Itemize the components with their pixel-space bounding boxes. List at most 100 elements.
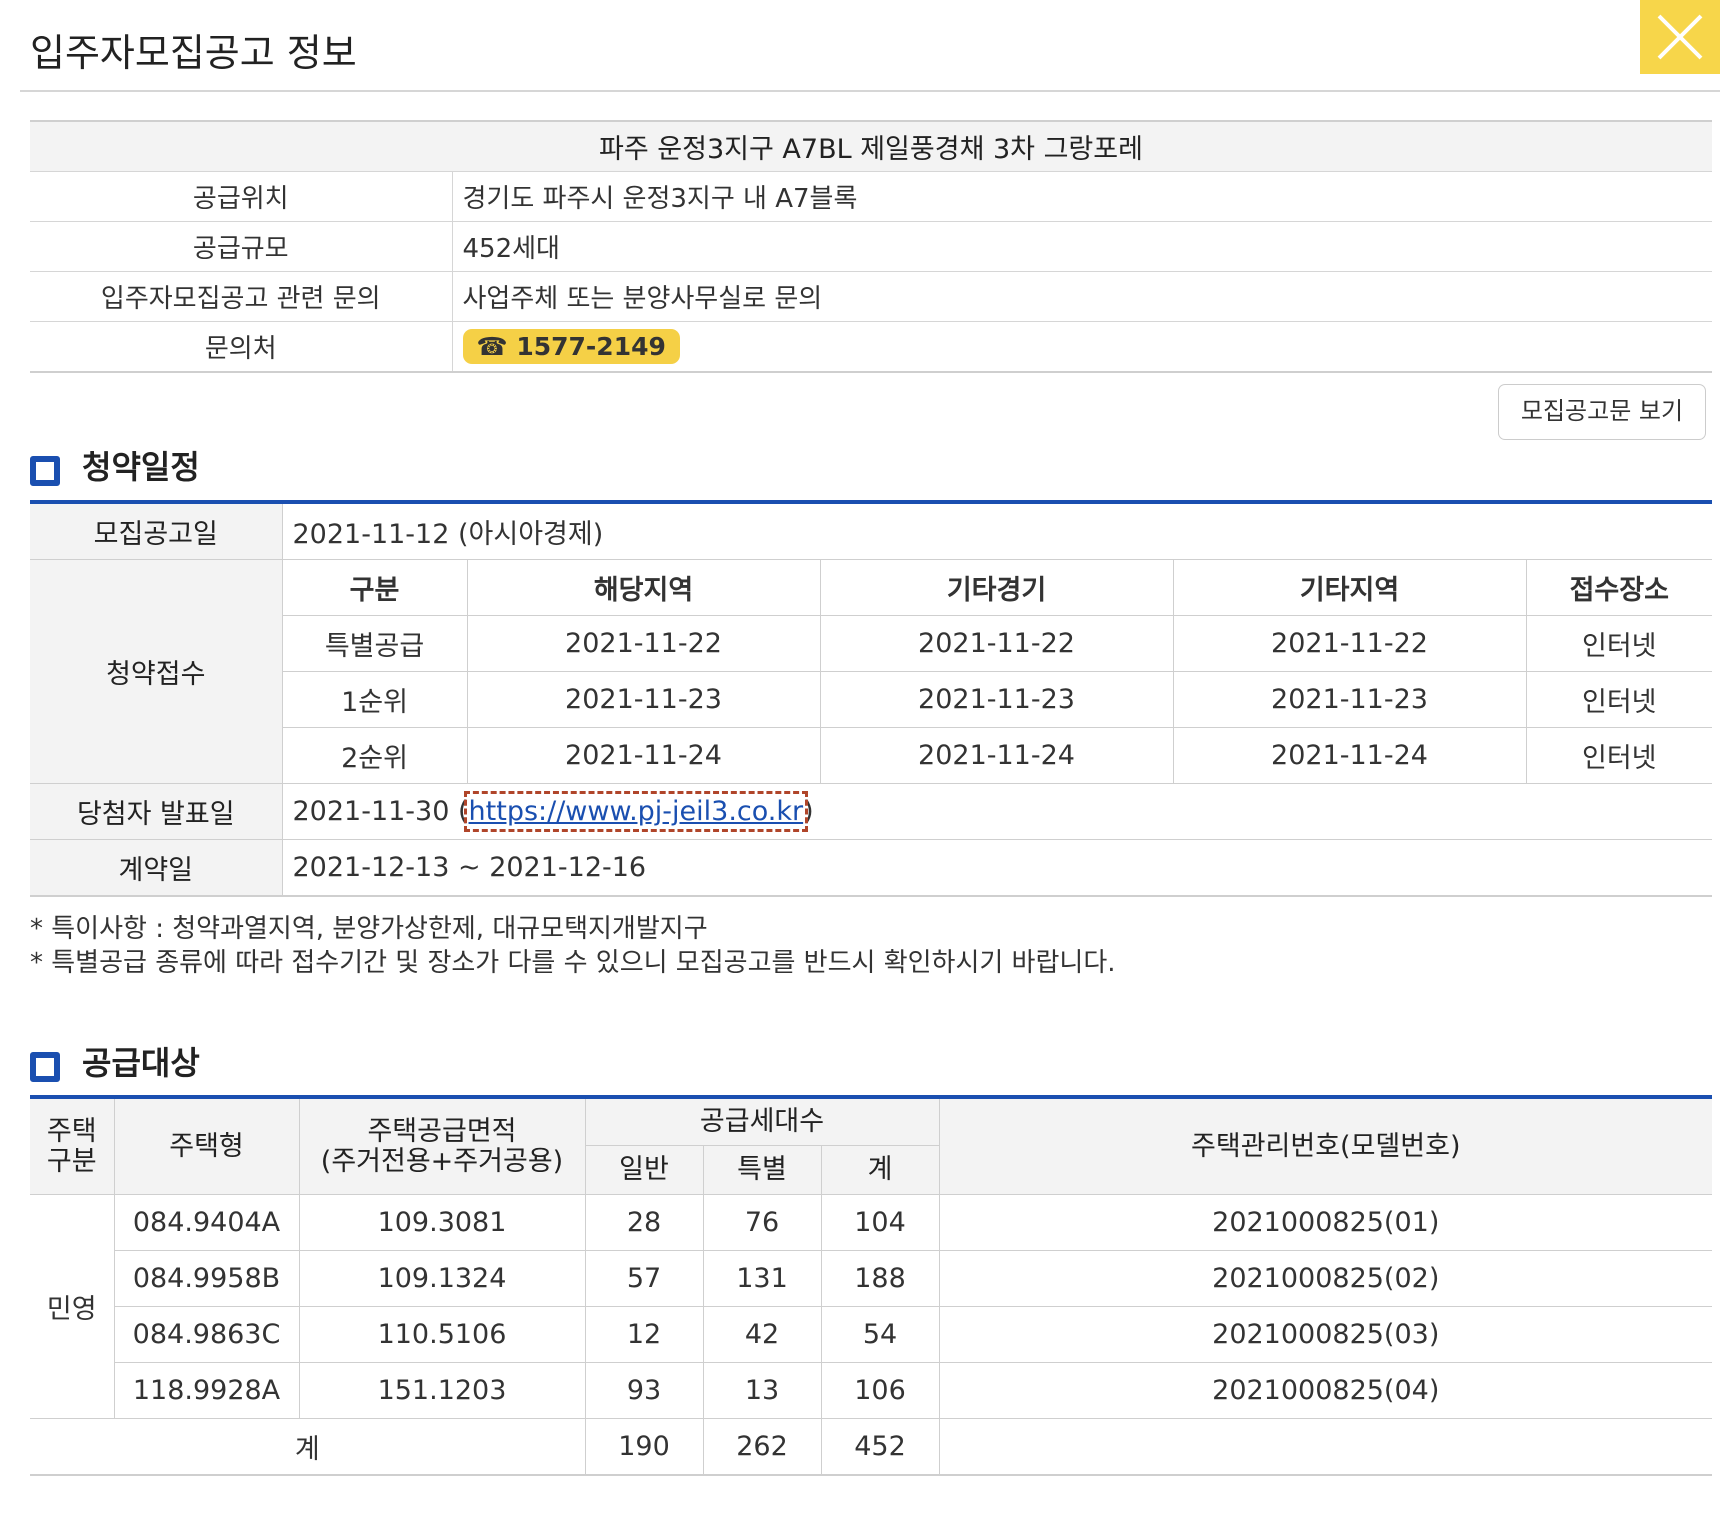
info-row: 입주자모집공고 관련 문의 사업주체 또는 분양사무실로 문의 (30, 271, 1712, 322)
view-notice-button[interactable]: 모집공고문 보기 (1498, 384, 1706, 440)
application-label: 청약접수 (30, 559, 283, 784)
announcement-value: 2021-11-12 (아시아경제) (282, 502, 1712, 560)
winner-date: 2021-11-30 ( (292, 796, 469, 827)
table-row: 118.9928A 151.1203 93 13 106 2021000825(… (30, 1362, 1712, 1419)
cell: 2021-11-23 (820, 671, 1174, 728)
col-header: 구분 (282, 559, 468, 616)
cell: 특별공급 (282, 615, 468, 672)
notes: * 특이사항 : 청약과열지역, 분양가상한제, 대규모택지개발지구 * 특별공… (30, 912, 1116, 980)
cell: 2021-11-23 (467, 671, 821, 728)
schedule-title-text: 청약일정 (82, 448, 200, 486)
square-bullet-icon (30, 1052, 60, 1082)
contact-label: 문의처 (30, 321, 453, 372)
announcement-label: 모집공고일 (30, 502, 283, 560)
table-row: 084.9958B 109.1324 57 131 188 2021000825… (30, 1250, 1712, 1307)
cell: 12 (585, 1306, 704, 1363)
project-info-table: 파주 운정3지구 A7BL 제일풍경채 3차 그랑포레 공급위치 경기도 파주시… (30, 120, 1712, 373)
cell: 2021-11-22 (467, 615, 821, 672)
col-header: 공급세대수 (585, 1097, 940, 1146)
category-cell: 민영 (30, 1194, 115, 1419)
table-row: 1순위 2021-11-23 2021-11-23 2021-11-23 인터넷 (30, 671, 1712, 728)
cell: 084.9863C (114, 1306, 300, 1363)
info-row: 공급위치 경기도 파주시 운정3지구 내 A7블록 (30, 171, 1712, 222)
info-label: 입주자모집공고 관련 문의 (30, 271, 453, 322)
cell: 42 (703, 1306, 822, 1363)
page-header: 입주자모집공고 정보 (20, 0, 1720, 92)
info-value: 사업주체 또는 분양사무실로 문의 (452, 271, 1712, 322)
col-header: 주택 구분 (30, 1097, 115, 1195)
close-button[interactable] (1640, 0, 1720, 74)
sum-general: 190 (585, 1418, 704, 1475)
cell: 104 (821, 1194, 940, 1251)
cell: 131 (703, 1250, 822, 1307)
col-header: 주택공급면적 (주거전용+주거공용) (299, 1097, 586, 1195)
winner-value: 2021-11-30 (https://www.pj-jeil3.co.kr) (282, 783, 1712, 840)
info-row: 문의처 ☎ 1577-2149 (30, 321, 1712, 372)
col-header: 주택관리번호(모델번호) (939, 1097, 1712, 1195)
table-row: 084.9863C 110.5106 12 42 54 2021000825(0… (30, 1306, 1712, 1363)
contract-value: 2021-12-13 ~ 2021-12-16 (292, 852, 647, 883)
cell: 인터넷 (1526, 615, 1712, 672)
table-row: 특별공급 2021-11-22 2021-11-22 2021-11-22 인터… (30, 615, 1712, 672)
schedule-section-title: 청약일정 (30, 442, 200, 488)
col-header: 일반 (585, 1145, 704, 1195)
cell: 084.9404A (114, 1194, 300, 1251)
col-header: 계 (821, 1145, 940, 1195)
table-row: 민영 084.9404A 109.3081 28 76 104 20210008… (30, 1194, 1712, 1419)
supply-section-title: 공급대상 (30, 1038, 200, 1084)
winner-link[interactable]: https://www.pj-jeil3.co.kr (463, 791, 809, 832)
info-row: 공급규모 452세대 (30, 221, 1712, 272)
cell: 084.9958B (114, 1250, 300, 1307)
col-header: 특별 (703, 1145, 822, 1195)
winner-close: ) (803, 796, 814, 827)
col-header: 접수장소 (1526, 559, 1712, 616)
project-name: 파주 운정3지구 A7BL 제일풍경채 3차 그랑포레 (30, 121, 1712, 172)
sum-empty (939, 1419, 1712, 1476)
sum-row: 계 190 262 452 (30, 1418, 1712, 1476)
info-label: 공급위치 (30, 171, 453, 222)
col-header: 해당지역 (467, 559, 821, 616)
note-line: * 특이사항 : 청약과열지역, 분양가상한제, 대규모택지개발지구 (30, 914, 708, 944)
sum-label: 계 (30, 1418, 586, 1475)
cell: 188 (821, 1250, 940, 1307)
contract-label: 계약일 (30, 839, 283, 896)
cell: 13 (703, 1362, 822, 1419)
cell: 2순위 (282, 727, 468, 784)
cell: 1순위 (282, 671, 468, 728)
table-row: 2순위 2021-11-24 2021-11-24 2021-11-24 인터넷 (30, 727, 1712, 784)
cell: 109.1324 (299, 1250, 586, 1307)
schedule-table: 모집공고일 2021-11-12 (아시아경제) 청약접수 구분 해당지역 기타… (30, 500, 1712, 897)
sum-special: 262 (703, 1418, 822, 1475)
cell: 28 (585, 1194, 704, 1251)
cell: 2021-11-22 (1173, 615, 1527, 672)
cell: 54 (821, 1306, 940, 1363)
cell: 2021000825(03) (939, 1306, 1712, 1363)
cell: 2021000825(04) (939, 1362, 1712, 1419)
col-header: 기타경기 (820, 559, 1174, 616)
winner-label: 당첨자 발표일 (30, 783, 283, 840)
contact-phone-badge[interactable]: ☎ 1577-2149 (462, 329, 680, 364)
cell: 109.3081 (299, 1194, 586, 1251)
cell: 151.1203 (299, 1362, 586, 1419)
col-header: 주택형 (114, 1097, 300, 1195)
cell: 106 (821, 1362, 940, 1419)
supply-table: 주택 구분 주택형 주택공급면적 (주거전용+주거공용) 공급세대수 주택관리번… (30, 1095, 1712, 1476)
cell: 2021000825(01) (939, 1194, 1712, 1251)
col-header: 기타지역 (1173, 559, 1527, 616)
square-bullet-icon (30, 456, 60, 486)
info-label: 공급규모 (30, 221, 453, 272)
page-title: 입주자모집공고 정보 (30, 31, 357, 75)
cell: 2021-11-24 (1173, 727, 1527, 784)
cell: 인터넷 (1526, 671, 1712, 728)
cell: 2021000825(02) (939, 1250, 1712, 1307)
cell: 2021-11-22 (820, 615, 1174, 672)
close-icon (1657, 14, 1703, 60)
note-line: * 특별공급 종류에 따라 접수기간 및 장소가 다를 수 있으니 모집공고를 … (30, 948, 1116, 978)
cell: 76 (703, 1194, 822, 1251)
cell: 2021-11-24 (467, 727, 821, 784)
supply-title-text: 공급대상 (82, 1044, 200, 1082)
info-value: 452세대 (452, 221, 1712, 272)
sum-total: 452 (821, 1418, 940, 1475)
cell: 110.5106 (299, 1306, 586, 1363)
cell: 인터넷 (1526, 727, 1712, 784)
